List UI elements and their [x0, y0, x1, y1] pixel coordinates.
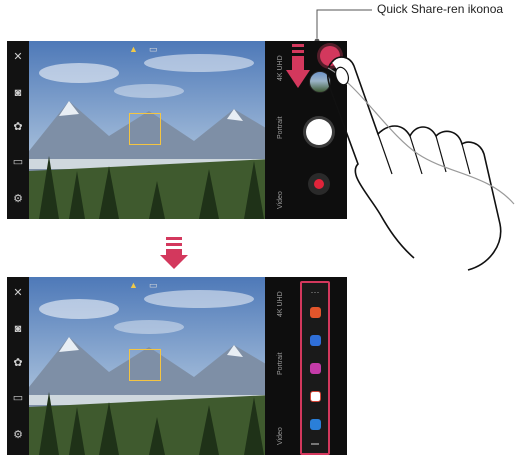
- hdr-icon[interactable]: ▲: [129, 280, 138, 290]
- camera-preview[interactable]: ▲ ▭: [29, 277, 271, 455]
- flash-off-icon[interactable]: ✕: [12, 287, 24, 299]
- portrait-mode[interactable]: Portrait: [277, 116, 284, 139]
- portrait-mode[interactable]: Portrait: [277, 352, 284, 375]
- camera-preview[interactable]: ▲ ▭: [29, 41, 271, 219]
- focus-frame: [129, 349, 161, 381]
- resolution-label[interactable]: 4K UHD: [277, 55, 284, 81]
- ratio-icon[interactable]: ▭: [12, 156, 24, 168]
- share-app-messenger-icon[interactable]: [310, 335, 321, 346]
- hand-gesture-illustration: [326, 56, 515, 271]
- timer-icon[interactable]: ▭: [149, 280, 158, 291]
- more-options[interactable]: ···: [302, 287, 328, 297]
- hdr-icon[interactable]: ▲: [129, 44, 138, 54]
- quick-share-panel: ···: [300, 281, 330, 455]
- switch-camera-icon[interactable]: ◙: [12, 323, 24, 335]
- left-toolbar: ✕ ◙ ✿ ▭ ⚙: [7, 277, 29, 455]
- quick-share-callout: Quick Share-ren ikonoa: [377, 2, 504, 16]
- flash-off-icon[interactable]: ✕: [12, 51, 24, 63]
- filter-icon[interactable]: ✿: [12, 121, 24, 133]
- settings-icon[interactable]: ⚙: [12, 429, 24, 441]
- filter-icon[interactable]: ✿: [12, 357, 24, 369]
- scroll-handle[interactable]: [311, 443, 319, 445]
- resolution-label[interactable]: 4K UHD: [277, 291, 284, 317]
- share-app-gallery-icon[interactable]: [310, 307, 321, 318]
- timer-icon[interactable]: ▭: [149, 44, 158, 55]
- share-app-instagram-icon[interactable]: [310, 363, 321, 374]
- video-mode[interactable]: Video: [277, 427, 284, 445]
- ratio-icon[interactable]: ▭: [12, 392, 24, 404]
- camera-screen-2: ✕ ◙ ✿ ▭ ⚙ ▲ ▭ 4K UHD Portrait Video: [7, 277, 347, 455]
- transition-arrow: [160, 237, 188, 269]
- swipe-down-arrow: [286, 44, 310, 88]
- left-toolbar: ✕ ◙ ✿ ▭ ⚙: [7, 41, 29, 219]
- settings-icon[interactable]: ⚙: [12, 193, 24, 205]
- switch-camera-icon[interactable]: ◙: [12, 87, 24, 99]
- share-app-gmail-icon[interactable]: [310, 391, 321, 402]
- video-mode[interactable]: Video: [277, 191, 284, 209]
- focus-frame: [129, 113, 161, 145]
- share-app-messages-icon[interactable]: [310, 419, 321, 430]
